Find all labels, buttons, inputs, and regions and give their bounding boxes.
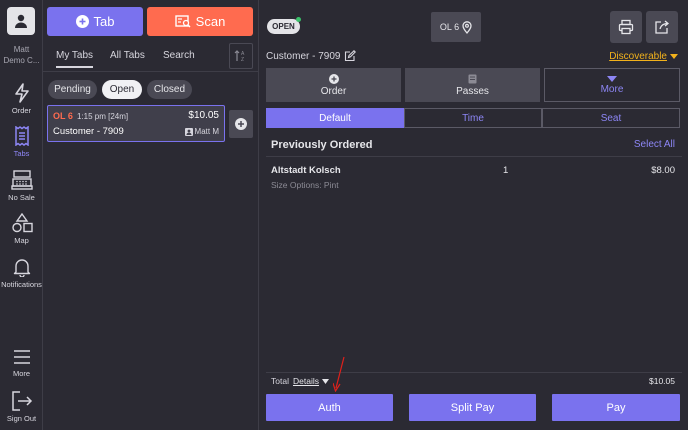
svg-text:Z: Z xyxy=(241,57,244,63)
divider xyxy=(266,156,682,157)
sort-az-icon: AZ xyxy=(234,50,245,63)
chevron-down-icon xyxy=(670,53,678,59)
order-action-label: Order xyxy=(320,85,347,97)
status-dot xyxy=(296,17,301,22)
share-icon xyxy=(655,20,670,34)
scan-label: Scan xyxy=(195,14,226,29)
total-label: Total xyxy=(271,376,289,386)
item-qty: 1 xyxy=(503,165,509,176)
plus-circle-icon xyxy=(75,15,89,28)
pass-ticket-icon xyxy=(468,74,477,83)
section-title: Previously Ordered xyxy=(271,139,373,151)
share-button[interactable] xyxy=(646,11,678,43)
table-button[interactable]: OL 6 xyxy=(431,12,481,42)
rail-item-label: No Sale xyxy=(8,193,35,202)
table-label: OL 6 xyxy=(439,22,460,32)
tabs-panel: Tab Scan My Tabs All Tabs Search AZ Pend… xyxy=(43,0,259,430)
user-location: Demo C... xyxy=(3,56,40,65)
rail-item-label: Sign Out xyxy=(6,414,37,423)
tab-card-table: OL 6 xyxy=(53,111,73,121)
add-round-button[interactable] xyxy=(229,110,253,138)
discoverable-dropdown[interactable]: Discoverable xyxy=(609,51,678,62)
edit-icon xyxy=(345,50,357,62)
customer-name[interactable]: Customer - 7909 xyxy=(266,50,357,62)
tab-card-amount: $10.05 xyxy=(188,110,219,121)
total-amount: $10.05 xyxy=(649,376,675,386)
rail-item-label: Order xyxy=(11,106,32,115)
user-badge-icon xyxy=(184,127,193,136)
details-dropdown[interactable]: Details xyxy=(293,376,329,386)
passes-action-button[interactable]: Passes xyxy=(405,68,540,102)
rail-item-label: More xyxy=(12,369,31,378)
user-icon xyxy=(15,14,27,28)
rail-item-map[interactable]: Map xyxy=(0,213,43,245)
tab-card-customer: Customer - 7909 xyxy=(53,126,124,137)
cash-register-icon xyxy=(10,170,33,190)
tab-card-time: 1:15 pm [24m] xyxy=(77,112,129,121)
sign-out-icon xyxy=(11,391,32,411)
item-price: $8.00 xyxy=(651,165,675,176)
divider xyxy=(43,71,259,72)
seg-time[interactable]: Time xyxy=(404,108,542,128)
rail-item-label: Notifications xyxy=(1,280,42,289)
scan-button[interactable]: Scan xyxy=(147,7,253,36)
annotation-arrow xyxy=(333,356,345,392)
printer-icon xyxy=(618,19,634,35)
rail-item-no-sale[interactable]: No Sale xyxy=(0,170,43,202)
sort-button[interactable]: AZ xyxy=(229,43,253,69)
plus-circle-icon xyxy=(235,118,247,130)
more-action-button[interactable]: More xyxy=(544,68,680,102)
tab-detail: OPEN OL 6 Customer - 7909 Discoverable O… xyxy=(260,0,688,430)
pay-button[interactable]: Pay xyxy=(552,394,680,421)
scan-id-icon xyxy=(174,15,191,28)
auth-button[interactable]: Auth xyxy=(266,394,393,421)
new-tab-button[interactable]: Tab xyxy=(47,7,143,36)
split-pay-button[interactable]: Split Pay xyxy=(409,394,536,421)
hamburger-icon xyxy=(13,350,30,364)
discoverable-label: Discoverable xyxy=(609,51,667,62)
rail-item-sign-out[interactable]: Sign Out xyxy=(0,391,43,423)
new-tab-label: Tab xyxy=(93,14,115,29)
rail-item-order[interactable]: Order xyxy=(0,83,43,115)
left-rail: Matt Demo C... Order Tabs No Sale Map No… xyxy=(0,0,43,430)
select-all-link[interactable]: Select All xyxy=(634,139,675,150)
status-badge: OPEN xyxy=(267,19,300,34)
rail-item-label: Map xyxy=(14,236,29,245)
rail-item-notifications[interactable]: Notifications xyxy=(0,257,43,289)
tab-card[interactable]: OL 6 1:15 pm [24m] $10.05 Customer - 790… xyxy=(47,105,225,142)
plus-circle-icon xyxy=(328,73,339,84)
details-label: Details xyxy=(293,376,319,386)
chevron-down-icon xyxy=(607,75,617,82)
bell-icon xyxy=(13,259,30,277)
item-modifier: Size Options: Pint xyxy=(271,180,339,190)
shapes-icon xyxy=(11,213,33,233)
subtab-search[interactable]: Search xyxy=(163,50,195,61)
filter-open[interactable]: Open xyxy=(102,80,142,99)
tab-card-server-name: Matt M xyxy=(194,127,219,136)
location-pin-icon xyxy=(462,20,472,34)
passes-action-label: Passes xyxy=(456,85,489,97)
seg-default[interactable]: Default xyxy=(266,108,404,128)
receipt-icon xyxy=(14,126,29,146)
order-action-button[interactable]: Order xyxy=(266,68,401,102)
chevron-down-icon xyxy=(321,378,329,384)
customer-name-label: Customer - 7909 xyxy=(266,50,341,62)
tab-card-server: Matt M xyxy=(184,127,219,136)
rail-item-more[interactable]: More xyxy=(0,348,43,378)
seg-seat[interactable]: Seat xyxy=(542,108,680,128)
avatar[interactable] xyxy=(7,7,35,35)
rail-item-tabs[interactable]: Tabs xyxy=(0,126,43,158)
user-name: Matt xyxy=(13,45,30,54)
filter-closed[interactable]: Closed xyxy=(147,80,192,99)
bolt-icon xyxy=(14,83,29,103)
subtab-all-tabs[interactable]: All Tabs xyxy=(110,50,145,61)
item-name: Altstadt Kolsch xyxy=(271,165,341,176)
print-button[interactable] xyxy=(610,11,642,43)
more-action-label: More xyxy=(600,83,624,95)
rail-item-label: Tabs xyxy=(13,149,30,158)
filter-pending[interactable]: Pending xyxy=(48,80,97,99)
divider xyxy=(266,372,682,373)
subtab-my-tabs[interactable]: My Tabs xyxy=(56,50,94,68)
